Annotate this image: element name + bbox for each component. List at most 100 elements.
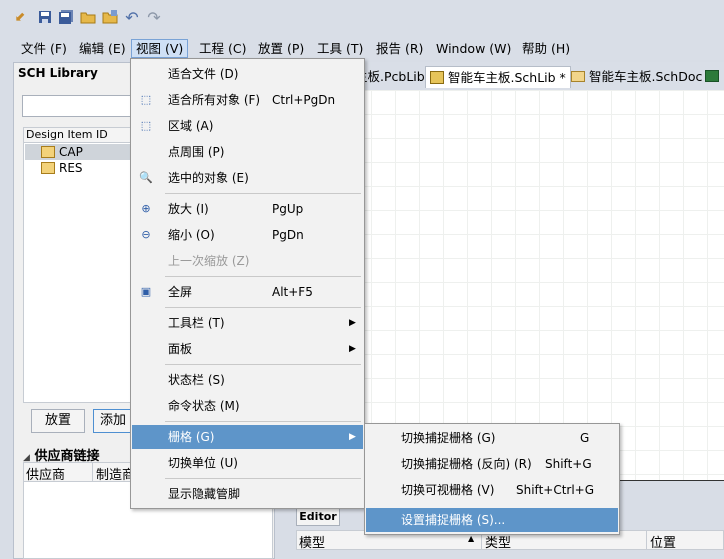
menu-item-label: 切换单位 (U)	[168, 456, 238, 470]
location-column[interactable]: 位置	[650, 532, 676, 551]
panel-title: SCH Library	[18, 66, 98, 80]
menu-item-zoom-out[interactable]: ⊖ 缩小 (O) PgDn	[132, 223, 363, 247]
menu-item-full-screen[interactable]: ▣ 全屏 Alt+F5	[132, 280, 363, 304]
quick-access-toolbar: ⬋ ↶ ↷	[0, 0, 724, 36]
menu-item-toggle-snap-grid[interactable]: 切换捕捉栅格 (G) G	[366, 426, 618, 450]
menu-item-label: 切换捕捉栅格 (G)	[401, 431, 496, 445]
fit-all-icon: ⬚	[140, 93, 152, 106]
menu-item-label: 缩小 (O)	[168, 228, 215, 242]
menu-item-toolbars[interactable]: 工具栏 (T) ▶	[132, 311, 363, 335]
menu-separator	[165, 193, 361, 194]
divider	[646, 531, 647, 549]
app-logo-icon[interactable]: ⬋	[12, 9, 28, 25]
menu-item-shortcut: PgUp	[272, 202, 304, 216]
menu-item-panels[interactable]: 面板 ▶	[132, 337, 363, 361]
selected-objects-icon: 🔍	[139, 171, 153, 184]
menu-tools[interactable]: 工具 (T)	[313, 39, 367, 58]
menu-bar: 文件 (F) 编辑 (E) 视图 (V) 工程 (C) 放置 (P) 工具 (T…	[0, 36, 724, 60]
menu-item-label: 工具栏 (T)	[168, 316, 225, 330]
divider	[92, 463, 93, 481]
menu-item-label: 适合文件 (D)	[168, 67, 239, 81]
menu-item-set-snap-grid[interactable]: 设置捕捉栅格 (S)...	[366, 508, 618, 532]
redo-icon[interactable]: ↷	[146, 8, 162, 27]
list-item-label: RES	[59, 161, 83, 175]
schlib-icon	[430, 71, 444, 84]
menu-item-label: 状态栏 (S)	[168, 373, 225, 387]
view-menu: 适合文件 (D) ⬚ 适合所有对象 (F) Ctrl+PgDn ⬚ 区域 (A)…	[130, 58, 365, 509]
menu-item-label: 区域 (A)	[168, 119, 214, 133]
tab-pcblib[interactable]: 主板.PcbLib	[355, 66, 425, 88]
grid-submenu: 切换捕捉栅格 (G) G 切换捕捉栅格 (反向) (R) Shift+G 切换可…	[364, 423, 620, 535]
menu-item-status-bar[interactable]: 状态栏 (S)	[132, 368, 363, 392]
menu-item-grid[interactable]: 栅格 (G) ▶	[132, 425, 363, 449]
menu-item-area[interactable]: ⬚ 区域 (A)	[132, 114, 363, 138]
zoom-out-icon: ⊖	[141, 228, 151, 241]
tab-label: 智能车主板.SchDoc	[589, 69, 703, 84]
add-button[interactable]: 添加	[93, 409, 133, 433]
save-icon[interactable]	[37, 9, 53, 25]
menu-item-fit-document[interactable]: 适合文件 (D)	[132, 62, 363, 86]
menu-help[interactable]: 帮助 (H)	[518, 39, 574, 58]
menu-separator	[165, 364, 361, 365]
open-project-icon[interactable]	[102, 9, 118, 25]
model-column[interactable]: 模型	[299, 532, 325, 551]
supplier-column[interactable]: 供应商	[26, 464, 65, 483]
menu-file[interactable]: 文件 (F)	[17, 39, 71, 58]
menu-project[interactable]: 工程 (C)	[195, 39, 250, 58]
menu-separator	[165, 478, 361, 479]
menu-item-label: 面板	[168, 342, 193, 356]
place-button[interactable]: 放置	[31, 409, 85, 433]
menu-item-show-hidden-pins[interactable]: 显示隐藏管脚	[132, 482, 363, 506]
schdoc-icon	[571, 71, 585, 82]
menu-item-shortcut: PgDn	[272, 228, 304, 242]
menu-item-fit-all-objects[interactable]: ⬚ 适合所有对象 (F) Ctrl+PgDn	[132, 88, 363, 112]
menu-item-toggle-units[interactable]: 切换单位 (U)	[132, 451, 363, 475]
save-all-icon[interactable]	[58, 9, 74, 25]
menu-item-toggle-snap-grid-reverse[interactable]: 切换捕捉栅格 (反向) (R) Shift+G	[366, 452, 618, 476]
pcb-icon[interactable]	[705, 70, 719, 82]
menu-item-last-zoom: 上一次缩放 (Z)	[132, 249, 363, 273]
menu-item-toggle-visible-grid[interactable]: 切换可视栅格 (V) Shift+Ctrl+G	[366, 478, 618, 502]
menu-item-label: 设置捕捉栅格 (S)...	[401, 513, 506, 527]
menu-item-label: 显示隐藏管脚	[168, 487, 241, 501]
menu-item-label: 切换可视栅格 (V)	[401, 483, 495, 497]
menu-item-label: 选中的对象 (E)	[168, 171, 249, 185]
menu-item-around-point[interactable]: 点周围 (P)	[132, 140, 363, 164]
zoom-in-icon: ⊕	[141, 202, 151, 215]
component-icon	[41, 162, 55, 174]
menu-item-shortcut: Shift+Ctrl+G	[516, 483, 595, 497]
editor-tab[interactable]: Editor	[296, 508, 340, 526]
tab-schdoc[interactable]: 智能车主板.SchDoc	[569, 66, 702, 88]
menu-item-shortcut: Shift+G	[545, 457, 592, 471]
tab-label: 智能车主板.SchLib *	[448, 70, 566, 85]
menu-item-shortcut: Alt+F5	[272, 285, 313, 299]
menu-item-label: 上一次缩放 (Z)	[168, 254, 250, 268]
menu-item-zoom-in[interactable]: ⊕ 放大 (I) PgUp	[132, 197, 363, 221]
menu-item-label: 栅格 (G)	[168, 430, 215, 444]
menu-reports[interactable]: 报告 (R)	[372, 39, 427, 58]
menu-item-label: 命令状态 (M)	[168, 399, 240, 413]
full-screen-icon: ▣	[140, 285, 152, 298]
undo-icon[interactable]: ↶	[124, 8, 140, 27]
column-header-label: Design Item ID	[26, 128, 108, 141]
submenu-arrow-icon: ▶	[349, 318, 356, 328]
sort-up-icon[interactable]: ▲	[468, 534, 474, 543]
menu-place[interactable]: 放置 (P)	[254, 39, 308, 58]
open-icon[interactable]	[80, 9, 96, 25]
menu-item-label: 适合所有对象 (F)	[168, 93, 261, 107]
component-icon	[41, 146, 55, 158]
menu-item-shortcut: G	[580, 431, 590, 445]
menu-separator	[165, 307, 361, 308]
tab-schlib[interactable]: 智能车主板.SchLib *	[425, 66, 571, 88]
menu-item-command-status[interactable]: 命令状态 (M)	[132, 394, 363, 418]
menu-item-label: 点周围 (P)	[168, 145, 225, 159]
submenu-arrow-icon: ▶	[349, 432, 356, 442]
menu-separator	[165, 421, 361, 422]
menu-item-label: 全屏	[168, 285, 193, 299]
area-icon: ⬚	[140, 119, 152, 132]
menu-edit[interactable]: 编辑 (E)	[75, 39, 130, 58]
menu-item-selected-objects[interactable]: 🔍 选中的对象 (E)	[132, 166, 363, 190]
menu-view[interactable]: 视图 (V)	[131, 39, 189, 58]
menu-window[interactable]: Window (W)	[432, 39, 515, 58]
menu-item-label: 切换捕捉栅格 (反向) (R)	[401, 457, 532, 471]
